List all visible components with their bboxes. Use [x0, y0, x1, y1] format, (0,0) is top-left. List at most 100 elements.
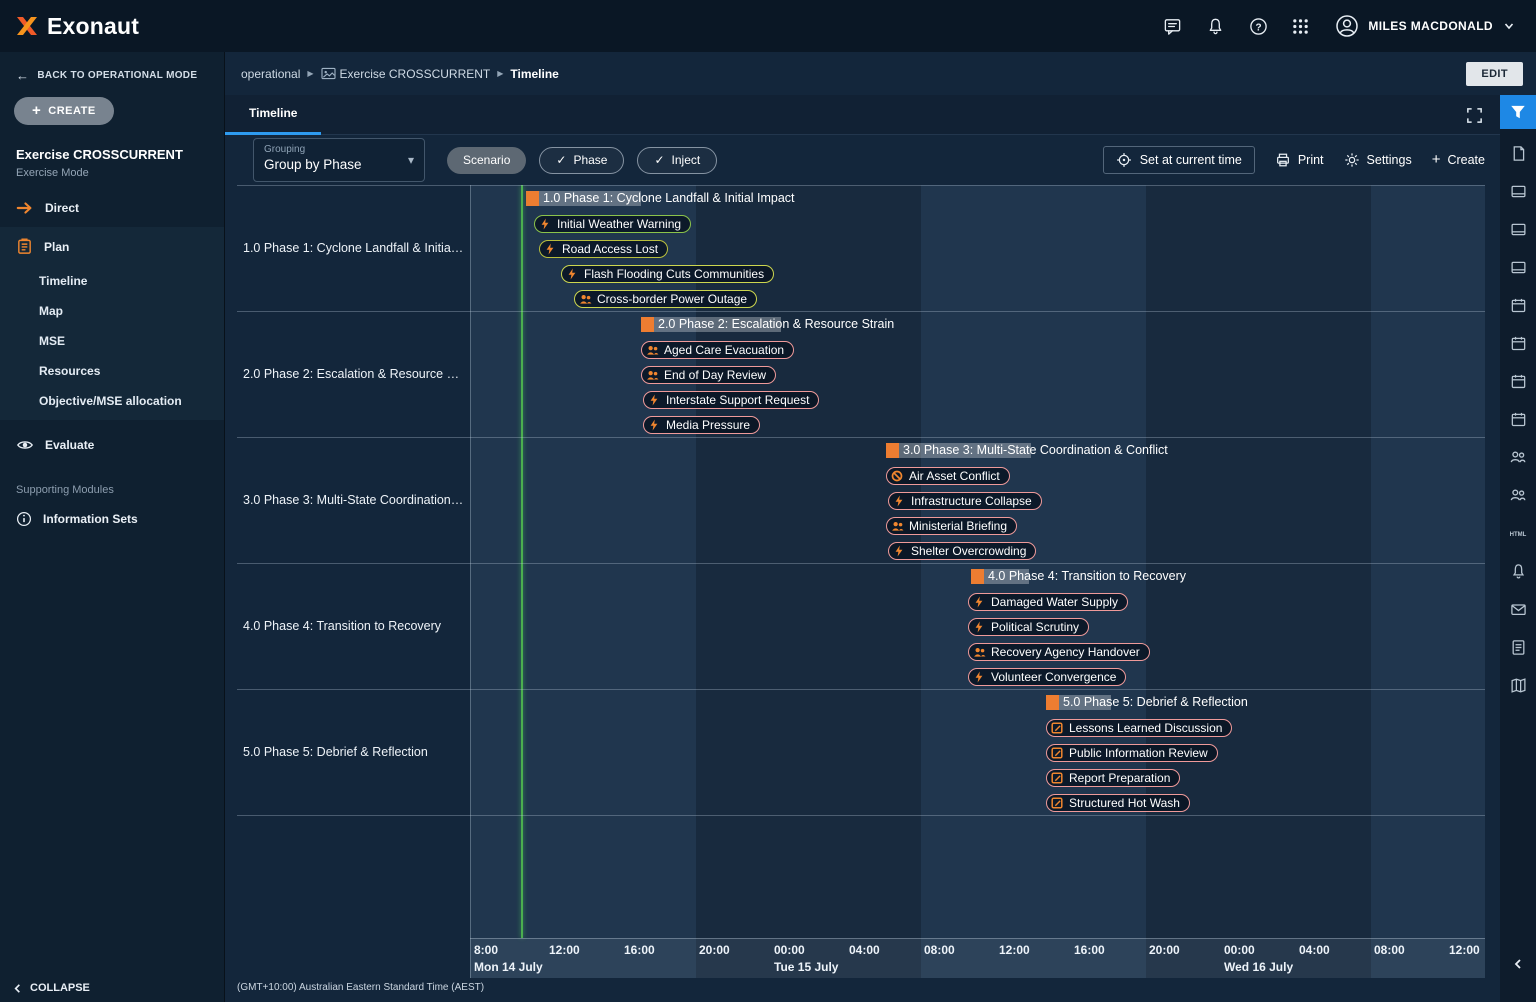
note-icon[interactable] — [1507, 637, 1529, 657]
direct-label: Direct — [45, 201, 79, 215]
back-label: BACK TO OPERATIONAL MODE — [37, 70, 197, 81]
inject-pill[interactable]: Political Scrutiny — [968, 618, 1089, 636]
sidebar-item-mse[interactable]: MSE — [0, 326, 224, 356]
inject-pill[interactable]: Flash Flooding Cuts Communities — [561, 265, 774, 283]
inject-pill[interactable]: End of Day Review — [641, 366, 776, 384]
inject-pill[interactable]: Air Asset Conflict — [886, 467, 1010, 485]
eye-icon — [16, 437, 34, 453]
people-icon — [646, 344, 659, 356]
inject-pill[interactable]: Interstate Support Request — [643, 391, 819, 409]
tab-timeline[interactable]: Timeline — [225, 95, 321, 135]
inject-pill[interactable]: Volunteer Convergence — [968, 668, 1126, 686]
print-button[interactable]: Print — [1275, 152, 1324, 168]
inject-pill[interactable]: Report Preparation — [1046, 769, 1180, 787]
bolt-icon — [539, 218, 552, 230]
phase-marker-icon — [526, 191, 539, 206]
breadcrumb-item[interactable]: operational — [241, 67, 300, 81]
inject-pill[interactable]: Public Information Review — [1046, 744, 1218, 762]
tick-label: 04:00 — [849, 943, 880, 957]
sidebar-item-evaluate[interactable]: Evaluate — [0, 426, 224, 464]
timeline-toolbar: Grouping Group by Phase ▾ Scenario ✓ Pha… — [225, 135, 1500, 185]
inject-pill[interactable]: Shelter Overcrowding — [888, 542, 1036, 560]
grouping-dropdown[interactable]: Grouping Group by Phase ▾ — [253, 138, 425, 182]
phase-marker-icon — [1046, 695, 1059, 710]
app-logo[interactable]: Exonaut — [14, 13, 139, 40]
tick-label: 16:00 — [624, 943, 655, 957]
time-column — [1446, 185, 1485, 978]
inject-label: Report Preparation — [1069, 771, 1170, 785]
inject-pill[interactable]: Recovery Agency Handover — [968, 643, 1150, 661]
people-icon[interactable] — [1507, 485, 1529, 505]
sidebar-item-map[interactable]: Map — [0, 296, 224, 326]
breadcrumb-item[interactable]: Timeline — [510, 67, 558, 81]
inject-pill[interactable]: Infrastructure Collapse — [888, 492, 1042, 510]
tick-label: 12:00 — [549, 943, 580, 957]
evaluate-label: Evaluate — [45, 438, 94, 452]
bolt-icon — [544, 243, 557, 255]
user-menu[interactable]: MILES MACDONALD — [1335, 14, 1516, 38]
phase-row-label: 3.0 Phase 3: Multi-State Coordination & … — [237, 437, 466, 563]
printer-icon — [1275, 152, 1291, 168]
rail-icons-container: HTML — [1500, 95, 1536, 713]
target-icon — [1116, 152, 1132, 168]
inject-pill[interactable]: Media Pressure — [643, 416, 760, 434]
exercise-subtitle: Exercise Mode — [16, 167, 208, 179]
notifications-icon[interactable] — [1206, 17, 1225, 36]
filter-inject[interactable]: ✓ Inject — [637, 147, 717, 174]
inject-pill[interactable]: Damaged Water Supply — [968, 593, 1128, 611]
rail-collapse-icon[interactable] — [1512, 958, 1524, 970]
sidebar-item-information-sets[interactable]: Information Sets — [0, 500, 224, 538]
fullscreen-icon[interactable] — [1465, 106, 1484, 125]
map-icon[interactable] — [1507, 675, 1529, 695]
sidebar-item-objective-mse-allocation[interactable]: Objective/MSE allocation — [0, 386, 224, 416]
help-icon[interactable]: ? — [1249, 17, 1268, 36]
inject-pill[interactable]: Ministerial Briefing — [886, 517, 1017, 535]
tick-label: 20:00 — [699, 943, 730, 957]
current-time-line[interactable] — [521, 185, 523, 938]
inject-pill[interactable]: Lessons Learned Discussion — [1046, 719, 1232, 737]
inject-pill[interactable]: Aged Care Evacuation — [641, 341, 794, 359]
create-timeline-item-button[interactable]: + Create — [1432, 153, 1485, 167]
html-icon[interactable]: HTML — [1507, 523, 1529, 543]
back-to-operational-mode[interactable]: ← BACK TO OPERATIONAL MODE — [0, 52, 224, 87]
supporting-modules-label: Supporting Modules — [0, 464, 224, 500]
exercise-header: Exercise CROSSCURRENT Exercise Mode — [0, 131, 224, 189]
set-at-current-time-button[interactable]: Set at current time — [1103, 146, 1255, 174]
inject-label: Flash Flooding Cuts Communities — [584, 267, 764, 281]
inject-pill[interactable]: Structured Hot Wash — [1046, 794, 1190, 812]
bell-icon[interactable] — [1507, 561, 1529, 581]
sidebar-item-timeline[interactable]: Timeline — [0, 266, 224, 296]
inject-label: Public Information Review — [1069, 746, 1208, 760]
mail-icon[interactable] — [1507, 599, 1529, 619]
information-sets-label: Information Sets — [43, 512, 138, 526]
people-icon[interactable] — [1507, 447, 1529, 467]
filter-scenario[interactable]: Scenario — [447, 147, 526, 174]
chat-icon[interactable] — [1163, 17, 1182, 36]
sidebar-item-plan[interactable]: Plan — [0, 227, 224, 266]
check-icon: ✓ — [556, 153, 566, 167]
calendar-icon[interactable] — [1507, 295, 1529, 315]
settings-button[interactable]: Settings — [1344, 152, 1412, 168]
card-icon[interactable] — [1507, 181, 1529, 201]
apps-grid-icon[interactable] — [1292, 18, 1309, 35]
inject-pill[interactable]: Road Access Lost — [539, 240, 668, 258]
document-icon[interactable] — [1507, 143, 1529, 163]
edit-icon — [1051, 722, 1064, 734]
filter-phase[interactable]: ✓ Phase — [539, 147, 624, 174]
sidebar-item-resources[interactable]: Resources — [0, 356, 224, 386]
inject-pill[interactable]: Cross-border Power Outage — [574, 290, 757, 308]
card-icon[interactable] — [1507, 257, 1529, 277]
breadcrumb-item[interactable]: Exercise CROSSCURRENT — [340, 67, 491, 81]
calendar-icon[interactable] — [1507, 333, 1529, 353]
calendar-icon[interactable] — [1507, 371, 1529, 391]
inject-pill[interactable]: Initial Weather Warning — [534, 215, 691, 233]
create-button[interactable]: + CREATE — [14, 97, 114, 125]
sidebar-item-direct[interactable]: Direct — [0, 189, 224, 227]
calendar-icon[interactable] — [1507, 409, 1529, 429]
edit-button[interactable]: EDIT — [1466, 62, 1523, 86]
filter-icon[interactable] — [1500, 95, 1536, 129]
plan-clipboard-icon — [16, 238, 33, 255]
print-label: Print — [1298, 153, 1324, 167]
card-icon[interactable] — [1507, 219, 1529, 239]
collapse-sidebar-button[interactable]: COLLAPSE — [12, 982, 90, 994]
